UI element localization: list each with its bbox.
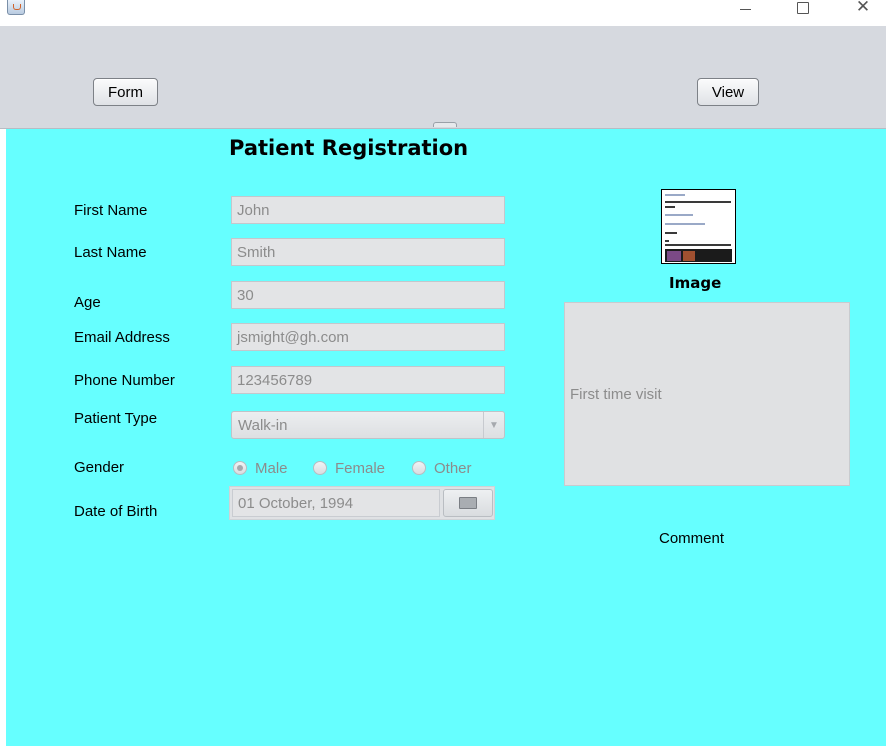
radio-button[interactable] <box>412 461 426 475</box>
close-button[interactable]: ✕ <box>840 0 886 26</box>
title-bar: ✕ <box>0 0 886 26</box>
calendar-icon <box>459 497 477 509</box>
email-label: Email Address <box>74 329 170 346</box>
minimize-button[interactable] <box>722 0 768 26</box>
first-name-label: First Name <box>74 202 148 219</box>
radio-button[interactable] <box>313 461 327 475</box>
age-label: Age <box>74 294 101 311</box>
phone-label: Phone Number <box>74 372 175 389</box>
email-field[interactable]: jsmight@gh.com <box>231 323 505 351</box>
maximize-button[interactable] <box>780 0 826 26</box>
radio-button-checked[interactable] <box>233 461 247 475</box>
gender-radio-male[interactable]: Male <box>233 459 288 477</box>
image-label: Image <box>669 274 722 292</box>
comment-textarea[interactable]: First time visit <box>564 302 850 486</box>
page-title: Patient Registration <box>229 136 469 160</box>
maximize-icon <box>797 2 809 14</box>
view-button[interactable]: View <box>697 78 759 106</box>
toolbar: Form View <box>0 26 886 120</box>
gender-option-label: Female <box>335 459 386 477</box>
date-picker: 01 October, 1994 <box>229 486 495 520</box>
split-pane-divider[interactable] <box>0 119 886 129</box>
gender-label: Gender <box>74 459 125 476</box>
gender-option-label: Other <box>434 459 472 477</box>
patient-image-thumbnail[interactable] <box>661 189 736 264</box>
chevron-down-icon[interactable]: ▼ <box>483 412 504 438</box>
first-name-field[interactable]: John <box>231 196 505 224</box>
divider-grip-icon[interactable] <box>433 122 457 127</box>
close-icon: ✕ <box>855 0 871 17</box>
dob-field[interactable]: 01 October, 1994 <box>232 489 440 517</box>
gender-radio-female[interactable]: Female <box>313 459 385 477</box>
age-field[interactable]: 30 <box>231 281 505 309</box>
gender-radio-other[interactable]: Other <box>412 459 472 477</box>
minimize-icon <box>739 8 751 10</box>
patient-type-label: Patient Type <box>74 410 158 427</box>
last-name-field[interactable]: Smith <box>231 238 505 266</box>
form-button[interactable]: Form <box>93 78 158 106</box>
patient-type-select[interactable]: Walk-in ▼ <box>231 411 505 439</box>
dob-label: Date of Birth <box>74 503 158 520</box>
comment-label: Comment <box>659 530 725 547</box>
java-cup-icon[interactable] <box>7 0 25 15</box>
last-name-label: Last Name <box>74 244 147 261</box>
gender-option-label: Male <box>255 459 288 477</box>
patient-type-value: Walk-in <box>238 416 288 434</box>
phone-field[interactable]: 123456789 <box>231 366 505 394</box>
date-picker-button[interactable] <box>443 489 493 517</box>
